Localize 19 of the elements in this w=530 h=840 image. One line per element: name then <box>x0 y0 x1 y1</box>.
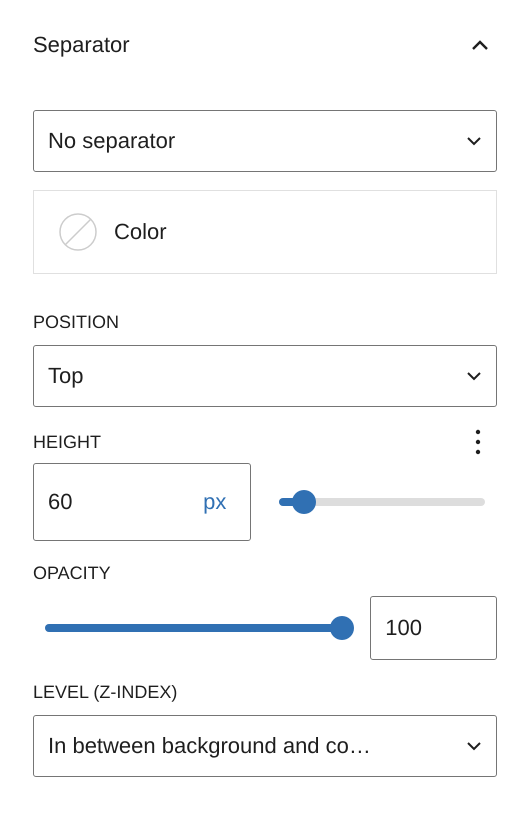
opacity-label: OPACITY <box>33 563 112 584</box>
color-label: Color <box>114 219 167 245</box>
chevron-down-icon <box>466 741 482 751</box>
position-select[interactable]: Top <box>33 345 497 407</box>
no-color-icon <box>58 212 98 252</box>
opacity-field[interactable]: 100 <box>370 596 497 660</box>
collapse-button[interactable] <box>471 39 489 51</box>
height-field[interactable]: 60 px <box>33 463 252 541</box>
z-index-label: LEVEL (Z-INDEX) <box>33 682 178 703</box>
height-label: HEIGHT <box>33 432 102 452</box>
more-options-icon[interactable] <box>475 429 481 455</box>
chevron-down-icon <box>466 371 482 381</box>
panel-title: Separator <box>33 32 130 58</box>
chevron-down-icon <box>466 136 482 146</box>
separator-select[interactable]: No separator <box>33 110 497 172</box>
position-label: POSITION <box>33 312 120 333</box>
color-button[interactable]: Color <box>33 190 497 274</box>
z-index-select[interactable]: In between background and co… <box>33 715 497 777</box>
unit-label: px <box>203 489 226 515</box>
